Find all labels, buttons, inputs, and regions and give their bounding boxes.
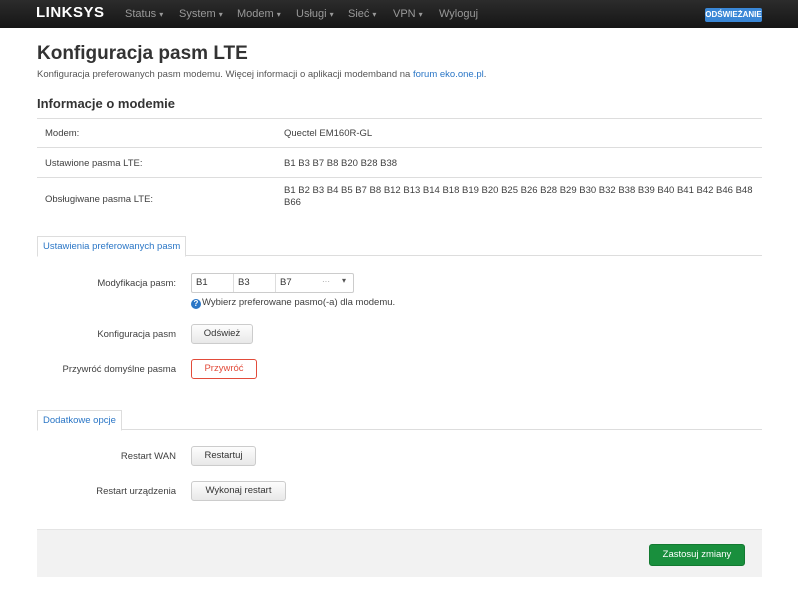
info-row-modem: Modem: Quectel EM160R-GL bbox=[37, 118, 762, 147]
extra-options-tabbar: Dodatkowe opcje bbox=[37, 410, 762, 431]
top-navbar: LINKSYS Status ▾ System ▾ Modem ▾ Usługi ▾ S… bbox=[0, 0, 798, 28]
menu-services[interactable]: Usługi ▾ bbox=[296, 8, 334, 20]
page-description-text: Konfiguracja preferowanych pasm modemu. … bbox=[37, 69, 413, 80]
restart-device-label: Restart urządzenia bbox=[96, 486, 176, 497]
refresh-bands-button[interactable]: Odśwież bbox=[191, 324, 253, 344]
restart-wan-label: Restart WAN bbox=[120, 451, 176, 462]
band-chip[interactable]: B3 bbox=[234, 274, 276, 292]
forum-link[interactable]: forum eko.one.pl bbox=[413, 69, 484, 80]
chevron-down-icon: ▾ bbox=[276, 10, 281, 19]
band-modification-label: Modyfikacja pasm: bbox=[97, 278, 176, 289]
more-icon: ··· bbox=[322, 277, 330, 286]
menu-system-label: System bbox=[179, 8, 216, 20]
restore-bands-button[interactable]: Przywróć bbox=[191, 359, 257, 379]
restart-wan-button[interactable]: Restartuj bbox=[191, 446, 256, 466]
band-multiselect[interactable]: B1 B3 B7 ··· ▾ bbox=[191, 273, 354, 293]
info-value: B1 B3 B7 B8 B20 B28 B38 bbox=[284, 158, 398, 169]
band-help: ? Wybierz preferowane pasmo(-a) dla modem… bbox=[191, 297, 395, 309]
tab-extra-options[interactable]: Dodatkowe opcje bbox=[37, 410, 122, 431]
band-chip[interactable]: B1 bbox=[192, 274, 234, 292]
tab-preferred-bands[interactable]: Ustawienia preferowanych pasm bbox=[37, 236, 187, 257]
chevron-down-icon: ▾ bbox=[159, 10, 164, 19]
menu-logout[interactable]: Wyloguj bbox=[439, 8, 478, 20]
question-icon: ? bbox=[191, 299, 201, 309]
modem-info-title: Informacje o modemie bbox=[37, 96, 175, 111]
menu-status[interactable]: Status ▾ bbox=[125, 8, 163, 20]
info-value: B1 B2 B3 B4 B5 B7 B8 B12 B13 B14 B18 B19… bbox=[284, 185, 753, 208]
menu-status-label: Status bbox=[125, 8, 157, 20]
chevron-down-icon: ▾ bbox=[218, 10, 223, 19]
band-help-text: Wybierz preferowane pasmo(-a) dla modemu… bbox=[202, 297, 396, 308]
menu-modem-label: Modem bbox=[237, 8, 274, 20]
menu-vpn[interactable]: VPN ▾ bbox=[393, 8, 423, 20]
preferred-bands-tabbar: Ustawienia preferowanych pasm bbox=[37, 236, 762, 257]
menu-services-label: Usługi bbox=[296, 8, 327, 20]
info-row-set-bands: Ustawione pasma LTE: B1 B3 B7 B8 B20 B28… bbox=[37, 147, 762, 177]
page-title: Konfiguracja pasm LTE bbox=[37, 43, 248, 64]
restart-device-button[interactable]: Wykonaj restart bbox=[191, 481, 286, 501]
info-value: Quectel EM160R-GL bbox=[284, 128, 373, 139]
page-description-end: . bbox=[483, 69, 487, 80]
restore-bands-label: Przywróć domyślne pasma bbox=[62, 364, 176, 375]
info-label: Ustawione pasma LTE: bbox=[45, 158, 143, 169]
menu-network[interactable]: Sieć ▾ bbox=[348, 8, 376, 20]
chevron-down-icon: ▾ bbox=[329, 10, 334, 19]
brand-logo[interactable]: LINKSYS bbox=[36, 4, 105, 21]
info-row-supported-bands: Obsługiwane pasma LTE: B1 B2 B3 B4 B5 B7… bbox=[37, 177, 762, 221]
menu-system[interactable]: System ▾ bbox=[179, 8, 223, 20]
band-config-label: Konfiguracja pasm bbox=[97, 329, 176, 340]
refresh-badge[interactable]: ODŚWIEŻANIE bbox=[705, 8, 762, 22]
menu-vpn-label: VPN bbox=[393, 8, 416, 20]
band-chip[interactable]: B7 bbox=[276, 274, 318, 292]
page-description: Konfiguracja preferowanych pasm modemu. … bbox=[37, 69, 486, 80]
modem-info-table: Modem: Quectel EM160R-GL Ustawione pasma… bbox=[37, 118, 762, 221]
menu-modem[interactable]: Modem ▾ bbox=[237, 8, 281, 20]
info-label: Modem: bbox=[45, 128, 80, 139]
apply-changes-button[interactable]: Zastosuj zmiany bbox=[649, 544, 745, 566]
menu-network-label: Sieć bbox=[348, 8, 370, 20]
chevron-down-icon: ▾ bbox=[372, 10, 377, 19]
chevron-down-icon[interactable]: ▾ bbox=[342, 276, 346, 285]
form-footer: Zastosuj zmiany bbox=[37, 529, 762, 577]
chevron-down-icon: ▾ bbox=[418, 10, 423, 19]
info-label: Obsługiwane pasma LTE: bbox=[45, 194, 154, 205]
